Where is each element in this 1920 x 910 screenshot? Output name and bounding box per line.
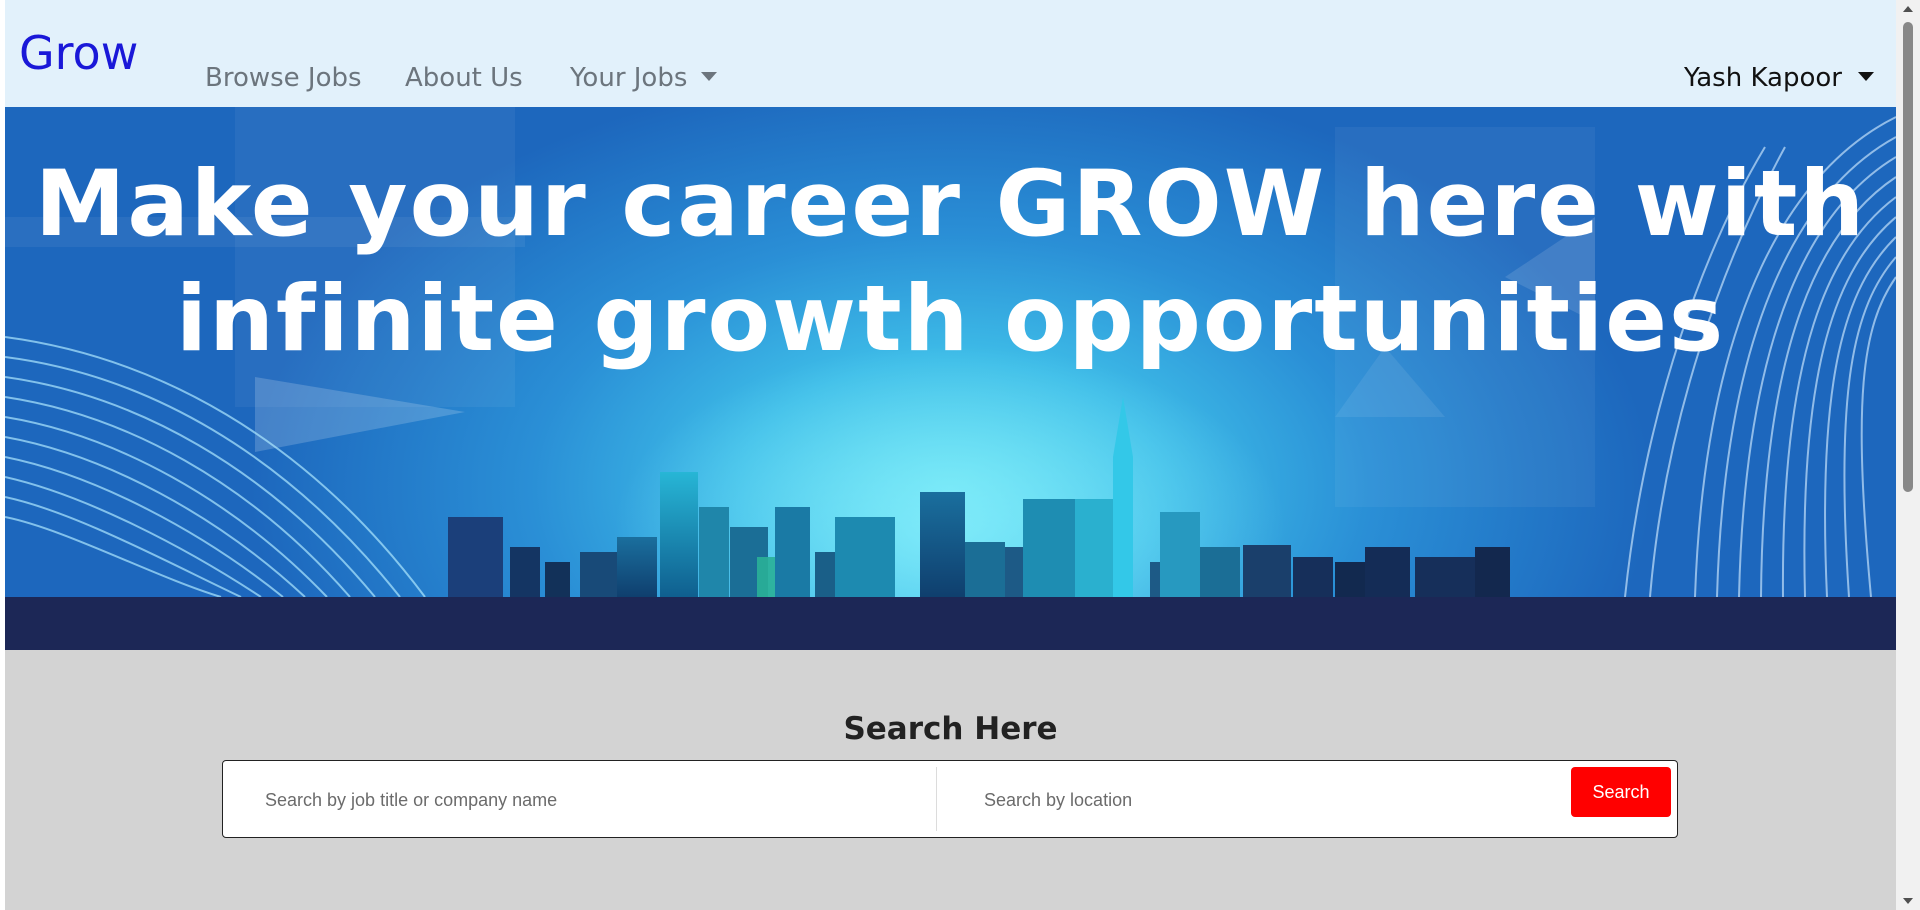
scroll-up-arrow-icon[interactable] (1903, 6, 1913, 12)
scroll-down-arrow-icon[interactable] (1903, 898, 1913, 904)
search-heading: Search Here (843, 711, 1058, 747)
nav-your-jobs-dropdown[interactable]: Your Jobs (570, 63, 718, 93)
hero-title-line-1: Make your career GROW here with (34, 152, 1867, 257)
navbar: Grow Browse Jobs About Us Your Jobs Yash… (5, 0, 1896, 107)
hero-banner: Make your career GROW here with infinite… (5, 107, 1896, 650)
hero-title: Make your career GROW here with infinite… (5, 147, 1896, 377)
scrollbar-thumb[interactable] (1903, 22, 1913, 492)
location-search-input[interactable] (982, 773, 1566, 827)
search-button[interactable]: Search (1571, 767, 1671, 817)
nav-your-jobs-label: Your Jobs (570, 63, 688, 93)
nav-about-us[interactable]: About Us (405, 63, 523, 93)
user-menu-dropdown[interactable]: Yash Kapoor (1684, 63, 1874, 93)
job-search-input[interactable] (263, 773, 917, 827)
page: Grow Browse Jobs About Us Your Jobs Yash… (5, 0, 1896, 910)
hero-title-line-2: infinite growth opportunities (175, 267, 1726, 372)
brand-logo[interactable]: Grow (19, 26, 138, 80)
vertical-scrollbar[interactable] (1896, 0, 1920, 910)
search-divider (936, 767, 937, 831)
caret-down-icon (701, 72, 718, 81)
caret-down-icon (1858, 72, 1874, 81)
user-name: Yash Kapoor (1683, 63, 1842, 93)
search-form: Search (222, 760, 1678, 838)
nav-browse-jobs[interactable]: Browse Jobs (205, 63, 362, 93)
